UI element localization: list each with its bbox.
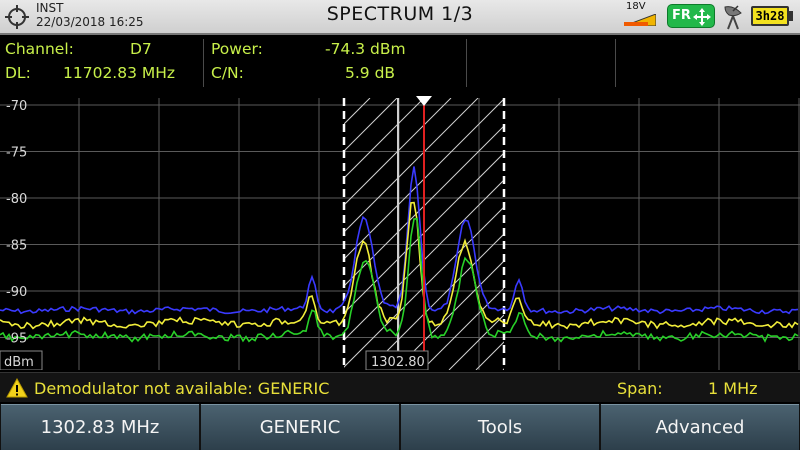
- y-tick-label: -85: [6, 239, 27, 254]
- y-unit-label: dBm: [4, 355, 34, 370]
- span-value: 1 MHz: [708, 379, 758, 398]
- cn-value: 5.9 dB: [345, 64, 396, 82]
- move-icon: [693, 8, 711, 26]
- fr-button[interactable]: FR: [667, 4, 715, 28]
- lnb-voltage: 18V: [626, 1, 646, 12]
- channel-band[interactable]: [44, 98, 800, 370]
- y-tick-label: -75: [6, 146, 27, 161]
- advanced-softkey[interactable]: Advanced: [601, 404, 799, 450]
- battery-indicator: 3h28: [751, 6, 789, 26]
- fr-label: FR: [672, 8, 691, 23]
- marker-frequency-label: 1302.80: [371, 355, 425, 370]
- hatch-line: [719, 98, 800, 370]
- hatch-line: [584, 98, 800, 370]
- channel-label: Channel:: [5, 40, 74, 58]
- hatch-line: [773, 98, 800, 370]
- hatch-line: [344, 98, 398, 152]
- y-tick-label: -80: [6, 192, 27, 207]
- spectrum-plot[interactable]: -70 -75 -80 -85 -90 -95 dBm 1302.80: [0, 93, 800, 370]
- panel-divider: [466, 39, 467, 87]
- power-label: Power:: [211, 40, 263, 58]
- hatch-line: [394, 260, 504, 370]
- panel-divider: [203, 39, 204, 87]
- panel-divider: [615, 39, 616, 87]
- status-message: Demodulator not available: GENERIC: [34, 379, 330, 398]
- target-icon[interactable]: [4, 4, 30, 30]
- hatch-line: [344, 98, 452, 206]
- measurement-panel: Channel: D7 DL: 11702.83 MHz Power: -74.…: [0, 37, 800, 91]
- y-tick-label: -95: [6, 332, 27, 347]
- hatch-line: [344, 98, 425, 179]
- hatch-line: [344, 98, 479, 233]
- standard-softkey[interactable]: GENERIC: [201, 404, 399, 450]
- hatch-line: [475, 341, 504, 370]
- hatch-line: [344, 206, 504, 368]
- spectrum-chart[interactable]: -70 -75 -80 -85 -90 -95 dBm 1302.80: [0, 93, 800, 370]
- hatch-line: [344, 98, 371, 125]
- warning-icon: [6, 378, 28, 398]
- hatch-line: [746, 98, 800, 370]
- hatch-line: [71, 98, 343, 370]
- power-value: -74.3 dBm: [325, 40, 406, 58]
- channel-value: D7: [130, 40, 152, 58]
- span-label: Span:: [617, 379, 663, 398]
- mode-label: INST: [36, 1, 64, 15]
- softkey-bar: 1302.83 MHz GENERIC Tools Advanced: [0, 404, 800, 450]
- hatch-line: [344, 179, 504, 341]
- dl-label: DL:: [5, 64, 31, 82]
- band-hatch: [44, 98, 800, 370]
- hatch-line: [692, 98, 800, 370]
- hatch-line: [44, 98, 316, 370]
- screen-title: SPECTRUM 1/3: [326, 3, 474, 25]
- battery-time: 3h28: [755, 9, 785, 23]
- tools-softkey[interactable]: Tools: [401, 404, 599, 450]
- y-tick-label: -90: [6, 285, 27, 300]
- datetime: 22/03/2018 16:25: [36, 15, 144, 29]
- hatch-line: [557, 98, 800, 370]
- dl-value: 11702.83 MHz: [63, 64, 176, 82]
- hatch-line: [344, 125, 504, 287]
- status-bar: Demodulator not available: GENERIC Span:…: [0, 372, 800, 402]
- hatch-line: [665, 98, 800, 370]
- satellite-icon: [724, 5, 742, 30]
- hatch-line: [421, 287, 504, 370]
- hatch-line: [448, 314, 504, 370]
- lnb-power-icon: [624, 14, 656, 26]
- header-bar: INST 22/03/2018 16:25 SPECTRUM 1/3 18V F…: [0, 0, 800, 35]
- battery-tip: [789, 11, 793, 21]
- cn-label: C/N:: [211, 64, 244, 82]
- y-tick-label: -70: [6, 99, 27, 114]
- hatch-line: [530, 98, 800, 370]
- frequency-softkey[interactable]: 1302.83 MHz: [1, 404, 199, 450]
